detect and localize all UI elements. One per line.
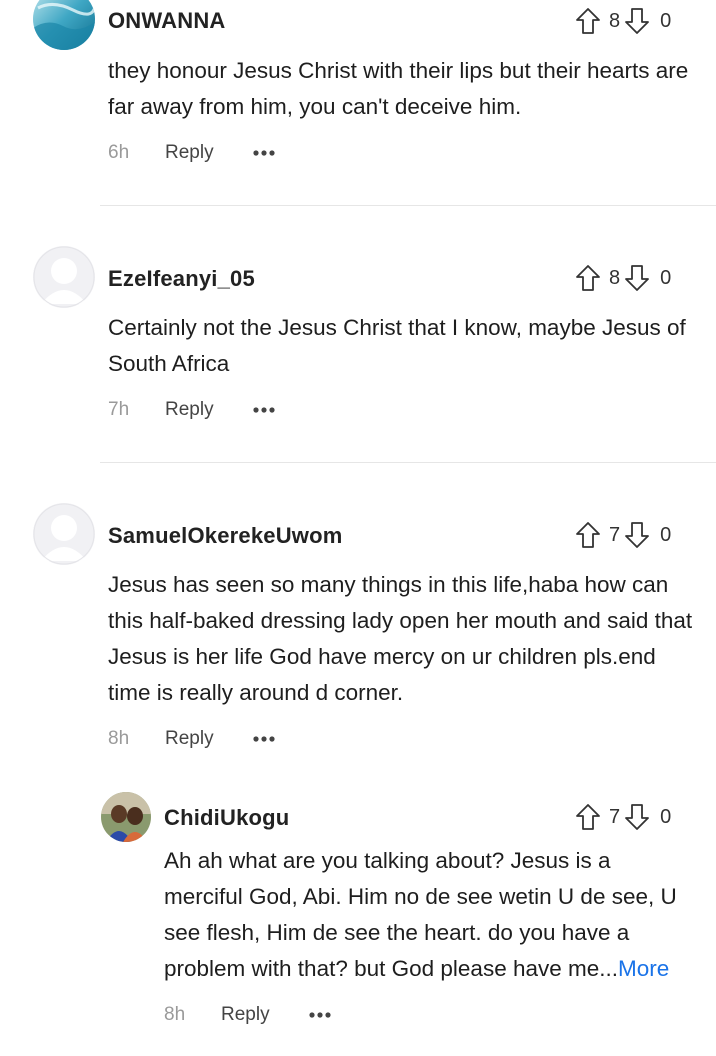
comment-text: Jesus has seen so many things in this li… xyxy=(108,572,693,705)
comment-item: SamuelOkerekeUwom 7 0 Jesus has seen so … xyxy=(0,463,716,773)
arrow-up-outline-icon xyxy=(576,804,600,830)
reply-button[interactable]: Reply xyxy=(165,728,252,750)
comment-timestamp: 7h xyxy=(108,399,130,420)
vote-controls: 8 0 xyxy=(575,262,671,294)
comment-meta: 8h Reply xyxy=(108,724,276,754)
comment-meta: 6h Reply xyxy=(108,138,276,168)
downvote-button[interactable]: 0 xyxy=(624,803,671,831)
downvote-button[interactable]: 0 xyxy=(624,521,671,549)
arrow-down-outline-icon xyxy=(625,804,650,830)
upvote-button[interactable]: 7 xyxy=(575,803,624,831)
user-avatar[interactable] xyxy=(33,0,95,50)
user-avatar[interactable] xyxy=(33,246,95,308)
upvote-button[interactable]: 8 xyxy=(575,7,624,35)
comment-meta: 8h Reply xyxy=(164,1000,332,1030)
reply-text: Ah ah what are you talking about? Jesus … xyxy=(164,848,677,981)
arrow-down-outline-icon xyxy=(625,8,650,34)
upvote-count: 7 xyxy=(609,523,621,546)
reply-button[interactable]: Reply xyxy=(165,399,252,421)
reply-button[interactable]: Reply xyxy=(165,142,252,164)
comment-text: Certainly not the Jesus Christ that I kn… xyxy=(108,315,686,376)
more-dots-icon[interactable] xyxy=(252,735,276,743)
comment-item: EzeIfeanyi_05 8 0 Certainly not the Jesu… xyxy=(0,206,716,463)
comment-timestamp: 8h xyxy=(108,728,130,749)
upvote-count: 8 xyxy=(609,9,621,32)
comment-text: they honour Jesus Christ with their lips… xyxy=(108,58,689,119)
reply-item: ChidiUkogu 7 0 Ah ah what are you talkin… xyxy=(0,773,716,1056)
username[interactable]: EzeIfeanyi_05 xyxy=(108,266,255,292)
comment-meta: 7h Reply xyxy=(108,395,276,425)
downvote-button[interactable]: 0 xyxy=(624,7,671,35)
more-dots-icon[interactable] xyxy=(252,149,276,157)
downvote-count: 0 xyxy=(660,523,672,546)
username[interactable]: SamuelOkerekeUwom xyxy=(108,523,343,549)
arrow-down-outline-icon xyxy=(625,522,650,548)
comment-timestamp: 6h xyxy=(108,142,130,163)
comment-item: ONWANNA 8 0 they honour Jesus Christ wit… xyxy=(0,0,716,206)
username[interactable]: ChidiUkogu xyxy=(164,805,289,831)
arrow-up-outline-icon xyxy=(576,522,600,548)
more-link[interactable]: More xyxy=(618,956,669,981)
more-dots-icon[interactable] xyxy=(252,406,276,414)
comment-timestamp: 8h xyxy=(164,1004,186,1025)
reply-button[interactable]: Reply xyxy=(221,1004,308,1026)
downvote-count: 0 xyxy=(660,805,672,828)
upvote-button[interactable]: 7 xyxy=(575,521,624,549)
downvote-count: 0 xyxy=(660,9,672,32)
arrow-up-outline-icon xyxy=(576,8,600,34)
vote-controls: 7 0 xyxy=(575,801,671,833)
arrow-down-outline-icon xyxy=(625,265,650,291)
comment-text: Ah ah what are you talking about? Jesus … xyxy=(164,843,694,987)
downvote-count: 0 xyxy=(660,266,672,289)
username[interactable]: ONWANNA xyxy=(108,8,226,34)
user-avatar[interactable] xyxy=(101,792,151,842)
upvote-count: 8 xyxy=(609,266,621,289)
vote-controls: 7 0 xyxy=(575,519,671,551)
more-dots-icon[interactable] xyxy=(308,1011,332,1019)
arrow-up-outline-icon xyxy=(576,265,600,291)
upvote-button[interactable]: 8 xyxy=(575,264,624,292)
user-avatar[interactable] xyxy=(33,503,95,565)
downvote-button[interactable]: 0 xyxy=(624,264,671,292)
upvote-count: 7 xyxy=(609,805,621,828)
vote-controls: 8 0 xyxy=(575,5,671,37)
